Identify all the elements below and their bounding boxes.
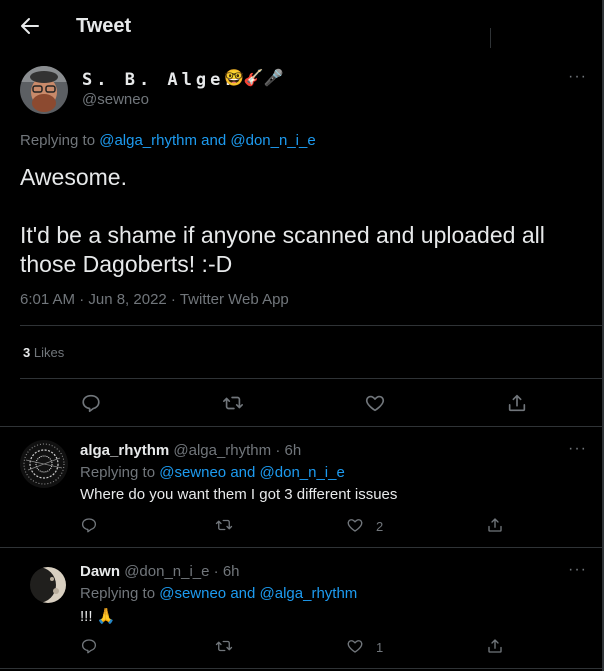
reply-author[interactable]: Dawn @don_n_i_e · 6h [80, 563, 240, 580]
more-icon[interactable]: ··· [568, 68, 587, 86]
mention-link[interactable]: @don_n_i_e [260, 464, 345, 481]
top-header: Tweet [0, 0, 602, 54]
replying-and: and [230, 585, 256, 602]
author-handle[interactable]: @sewneo [82, 91, 149, 108]
like-count: 2 [376, 519, 384, 534]
replying-and: and [201, 132, 227, 149]
avatar[interactable] [20, 561, 68, 609]
mention-link[interactable]: @don_n_i_e [230, 132, 315, 149]
retweet-icon[interactable] [215, 637, 233, 655]
avatar[interactable] [20, 66, 68, 114]
likes-count: 3 [23, 345, 31, 360]
replying-to: Replying to @sewneo and @don_n_i_e [80, 464, 345, 481]
divider [20, 378, 602, 379]
likes-stat[interactable]: 3 Likes [23, 345, 64, 360]
tweet-timestamp[interactable]: 6:01 AM · Jun 8, 2022 · Twitter Web App [20, 291, 289, 308]
back-arrow-icon[interactable] [18, 14, 42, 38]
author-name[interactable]: S. B. Alger [82, 70, 239, 90]
replying-and: and [230, 464, 256, 481]
reply-author-name[interactable]: alga_rhythm [80, 442, 169, 459]
reply-icon[interactable] [80, 392, 102, 414]
reply-author-meta: @don_n_i_e · 6h [124, 563, 240, 580]
mention-link[interactable]: @sewneo [159, 464, 226, 481]
retweet-icon[interactable] [222, 392, 244, 414]
like-icon[interactable] [346, 516, 364, 534]
share-icon[interactable] [486, 637, 504, 655]
likes-label: Likes [33, 345, 65, 360]
retweet-icon[interactable] [215, 516, 233, 534]
mention-link[interactable]: @alga_rhythm [99, 132, 197, 149]
share-icon[interactable] [506, 392, 528, 414]
author-emojis: 🤓🎸🎤 [224, 70, 284, 87]
replying-prefix: Replying to [20, 132, 96, 149]
page-title: Tweet [76, 15, 132, 37]
like-icon[interactable] [346, 637, 364, 655]
reply-icon[interactable] [80, 637, 98, 655]
divider [20, 325, 602, 326]
share-icon[interactable] [486, 516, 504, 534]
reply-text: Where do you want them I got 3 different… [80, 486, 398, 503]
tweet-text-line: It'd be a shame if anyone scanned and up… [20, 222, 545, 277]
more-icon[interactable]: ··· [568, 440, 587, 458]
divider [0, 426, 602, 427]
replying-prefix: Replying to [80, 464, 156, 481]
divider [0, 547, 602, 548]
reply-author-meta: @alga_rhythm · 6h [173, 442, 302, 459]
mention-link[interactable]: @sewneo [159, 585, 226, 602]
tweet-text: Awesome. It'd be a shame if anyone scann… [20, 163, 580, 279]
divider [0, 668, 602, 669]
avatar[interactable] [20, 440, 68, 488]
like-icon[interactable] [364, 392, 386, 414]
reply-icon[interactable] [80, 516, 98, 534]
replying-to: Replying to @sewneo and @alga_rhythm [80, 585, 357, 602]
background-divider [490, 28, 491, 48]
mention-link[interactable]: @alga_rhythm [260, 585, 358, 602]
reply-text: !!! 🙏 [80, 608, 116, 625]
reply-author-name[interactable]: Dawn [80, 563, 120, 580]
tweet-text-line: Awesome. [20, 164, 127, 190]
reply-author[interactable]: alga_rhythm @alga_rhythm · 6h [80, 442, 301, 459]
replying-to: Replying to @alga_rhythm and @don_n_i_e [20, 132, 316, 149]
like-count: 1 [376, 640, 384, 655]
more-icon[interactable]: ··· [568, 561, 587, 579]
replying-prefix: Replying to [80, 585, 156, 602]
